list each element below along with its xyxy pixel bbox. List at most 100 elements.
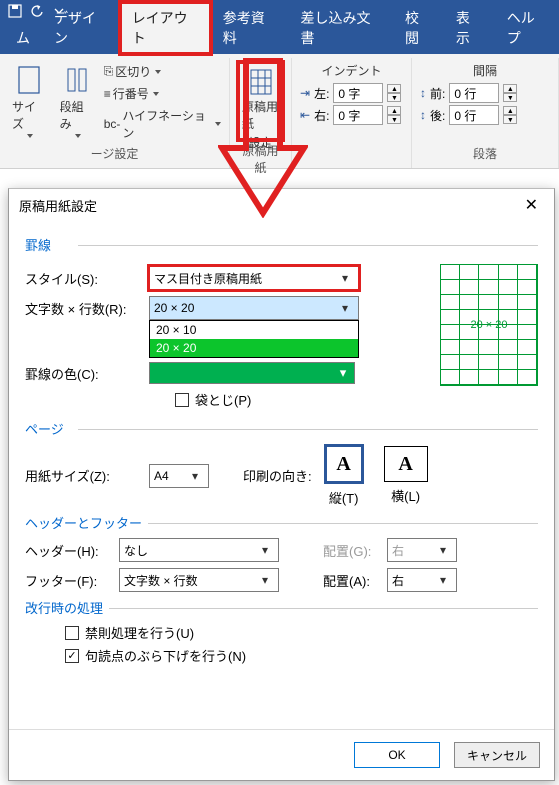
header-select[interactable]: なし ▾: [119, 538, 279, 562]
space-after-input[interactable]: [449, 105, 499, 125]
line-numbers-button[interactable]: ≡行番号: [104, 84, 221, 103]
style-select[interactable]: マス目付き原稿用紙 ▾: [149, 266, 359, 290]
page-setup-group-label: ージ設定: [8, 143, 221, 164]
grid-preview: 20 × 20: [440, 264, 538, 386]
color-select[interactable]: ▾: [149, 362, 355, 384]
hyphenation-button[interactable]: bc‑ハイフネーション: [104, 106, 221, 142]
group-spacing: 間隔 ↕ 前: ▲▼ ↕ 後: ▲▼ 段落: [412, 58, 559, 168]
header-label: ヘッダー(H):: [25, 541, 115, 560]
portrait-icon: A: [324, 444, 364, 484]
orientation-landscape[interactable]: A 横(L): [384, 446, 428, 505]
size-button[interactable]: サイズ: [8, 62, 50, 142]
tab-help[interactable]: ヘルプ: [495, 2, 559, 54]
indent-left-input[interactable]: [333, 83, 383, 103]
gridsize-option-0[interactable]: 20 × 10: [150, 321, 358, 339]
fold-label: 袋とじ(P): [195, 390, 251, 409]
group-page-setup: サイズ 段組み ⎘区切り ≡行番号 bc‑ハイフネーション ージ設定: [0, 58, 230, 168]
header-value: なし: [124, 542, 148, 559]
style-label: スタイル(S):: [25, 269, 145, 288]
kinsoku-checkbox[interactable]: [65, 626, 79, 640]
tab-layout[interactable]: レイアウト: [120, 2, 211, 54]
tab-mailings[interactable]: 差し込み文書: [288, 2, 393, 54]
size-label: サイズ: [12, 98, 46, 132]
indent-title: インデント: [300, 62, 403, 79]
hyphenation-label: ハイフネーション: [122, 107, 211, 141]
header-align-label: 配置(G):: [323, 541, 383, 560]
indent-left-spinner[interactable]: ▲▼: [387, 84, 401, 102]
landscape-label: 横(L): [391, 486, 420, 505]
footer-align-select[interactable]: 右 ▾: [387, 568, 457, 592]
paper-label: 用紙サイズ(Z):: [25, 466, 145, 485]
close-button[interactable]: ✕: [519, 195, 544, 215]
tab-home[interactable]: ム: [4, 22, 42, 54]
space-before-input[interactable]: [449, 83, 499, 103]
breaks-icon: ⎘: [104, 64, 114, 79]
section-break: 改行時の処理: [25, 601, 109, 616]
space-before-label: 前:: [430, 85, 445, 102]
ok-button[interactable]: OK: [354, 742, 440, 768]
hanging-label: 句読点のぶら下げを行う(N): [85, 646, 246, 665]
columns-button[interactable]: 段組み: [56, 62, 98, 142]
tab-design[interactable]: デザイン: [42, 2, 120, 54]
header-align-select: 右 ▾: [387, 538, 457, 562]
section-hf: ヘッダーとフッター: [25, 516, 148, 531]
paper-select[interactable]: A4 ▾: [149, 464, 209, 488]
footer-align-label: 配置(A):: [323, 571, 383, 590]
cancel-button[interactable]: キャンセル: [454, 742, 540, 768]
space-before-spinner[interactable]: ▲▼: [503, 84, 517, 102]
kinsoku-label: 禁則処理を行う(U): [85, 623, 194, 642]
genkou-dialog: 原稿用紙設定 ✕ 罫線 スタイル(S): マス目付き原稿用紙 ▾ 文字数 × 行…: [8, 188, 555, 781]
portrait-label: 縦(T): [329, 488, 359, 507]
hyphenation-icon: bc‑: [104, 117, 121, 131]
space-after-label: 後:: [430, 107, 445, 124]
gridsize-dropdown-list: 20 × 10 20 × 20: [149, 320, 359, 358]
color-label: 罫線の色(C):: [25, 364, 145, 383]
chevron-down-icon: ▾: [336, 301, 354, 315]
breaks-label: 区切り: [115, 63, 151, 80]
save-icon[interactable]: [6, 2, 24, 20]
spacing-title: 間隔: [420, 62, 550, 79]
indent-right-input[interactable]: [333, 105, 383, 125]
line-numbers-icon: ≡: [104, 87, 111, 101]
footer-align-value: 右: [392, 572, 404, 589]
indent-left-label: 左:: [314, 85, 329, 102]
indent-right-label: 右:: [314, 107, 329, 124]
ribbon-tabs: ム デザイン レイアウト 参考資料 差し込み文書 校閲 表示 ヘルプ: [0, 22, 559, 54]
hanging-checkbox[interactable]: ✓: [65, 649, 79, 663]
columns-label: 段組み: [60, 98, 94, 132]
header-align-value: 右: [392, 542, 404, 559]
annotation-arrow: [218, 58, 308, 218]
chevron-down-icon: ▾: [434, 543, 452, 557]
chevron-down-icon: ▾: [186, 469, 204, 483]
breaks-button[interactable]: ⎘区切り: [104, 62, 221, 81]
gridsize-option-1[interactable]: 20 × 20: [150, 339, 358, 357]
chevron-down-icon: ▾: [434, 573, 452, 587]
tab-view[interactable]: 表示: [444, 2, 495, 54]
space-after-icon: ↕: [420, 108, 426, 122]
preview-size-label: 20 × 20: [470, 319, 507, 331]
space-before-icon: ↕: [420, 86, 426, 100]
dialog-title: 原稿用紙設定: [19, 196, 97, 215]
footer-select[interactable]: 文字数 × 行数 ▾: [119, 568, 279, 592]
fold-checkbox[interactable]: [175, 393, 189, 407]
tab-references[interactable]: 参考資料: [211, 2, 289, 54]
chevron-down-icon: ▾: [256, 543, 274, 557]
footer-label: フッター(F):: [25, 571, 115, 590]
section-grid: 罫線: [25, 238, 57, 253]
tab-review[interactable]: 校閲: [393, 2, 444, 54]
space-after-spinner[interactable]: ▲▼: [503, 106, 517, 124]
paragraph-group-label: 段落: [420, 143, 550, 164]
orientation-portrait[interactable]: A 縦(T): [324, 444, 364, 507]
gridsize-value: 20 × 20: [154, 301, 194, 315]
group-indent: インデント ⇥ 左: ▲▼ ⇤ 右: ▲▼: [292, 58, 412, 168]
paper-value: A4: [154, 469, 169, 483]
landscape-icon: A: [384, 446, 428, 482]
chevron-down-icon: ▾: [336, 271, 354, 285]
orientation-label: 印刷の向き:: [243, 466, 312, 485]
gridsize-select[interactable]: 20 × 20 ▾: [149, 296, 359, 320]
footer-value: 文字数 × 行数: [124, 572, 198, 589]
style-value: マス目付き原稿用紙: [154, 270, 262, 287]
indent-right-spinner[interactable]: ▲▼: [387, 106, 401, 124]
chevron-down-icon: ▾: [256, 573, 274, 587]
line-numbers-label: 行番号: [113, 85, 149, 102]
